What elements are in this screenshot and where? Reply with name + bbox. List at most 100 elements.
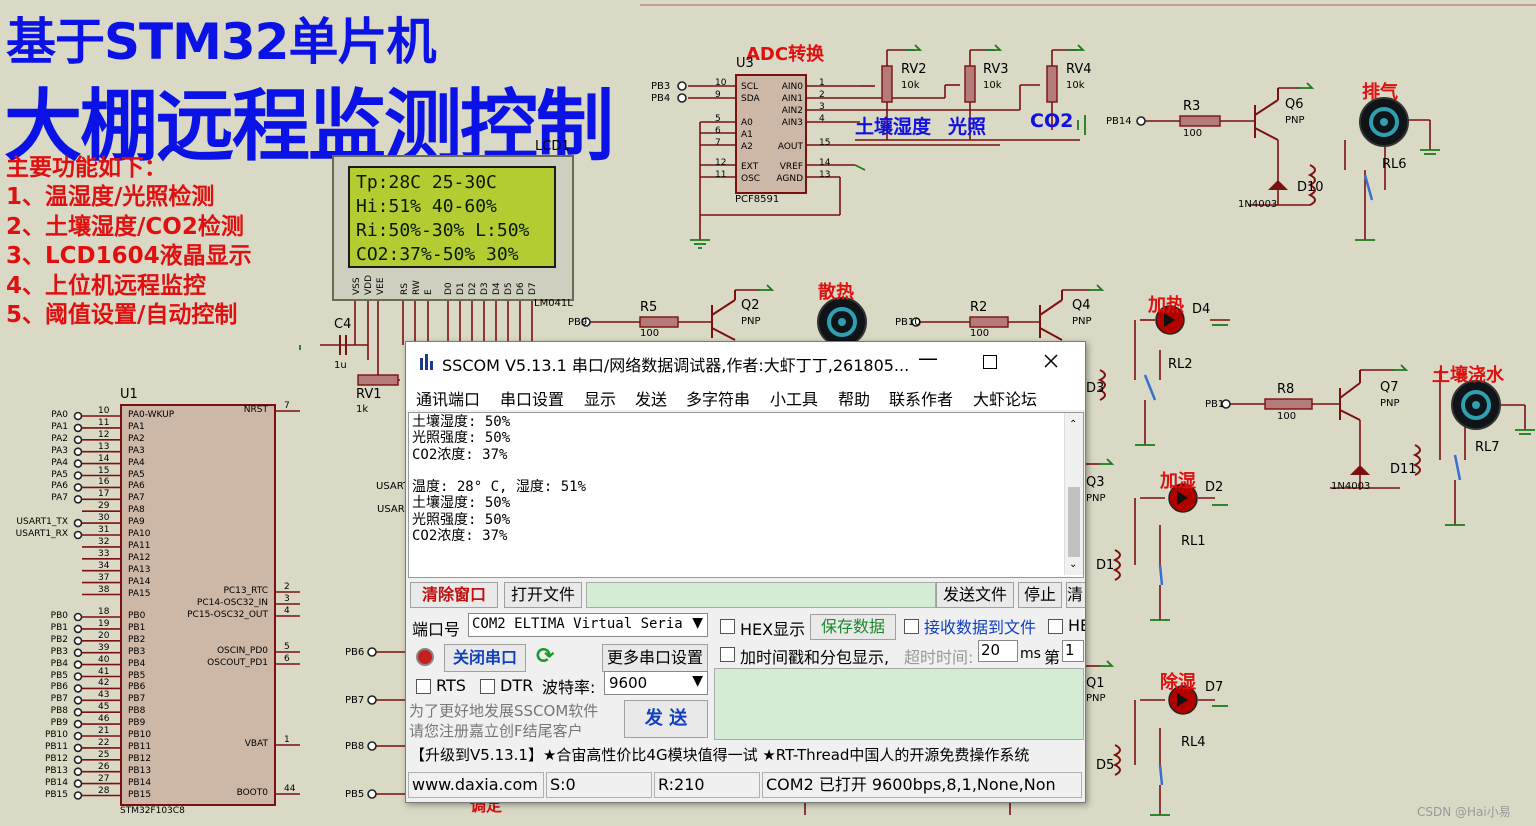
- mcu-port-label: PB8: [50, 706, 68, 717]
- menu-forum[interactable]: 大虾论坛: [973, 386, 1037, 410]
- dropdown-arrow-icon[interactable]: ▼: [692, 673, 703, 689]
- port-label: PB3: [651, 81, 671, 92]
- close-port-button[interactable]: 关闭串口: [444, 644, 526, 672]
- mcu-pin-label: PB6: [128, 682, 146, 693]
- diode-ref: D5: [1096, 758, 1115, 773]
- mcu-pin-label: PA1: [128, 421, 145, 432]
- dropdown-arrow-icon[interactable]: ▼: [692, 615, 703, 631]
- adc-pin-label: EXT: [741, 162, 759, 172]
- port-terminal: [73, 660, 83, 669]
- lcd-pin-label: RW: [412, 280, 422, 295]
- send-button[interactable]: 发 送: [624, 700, 708, 738]
- vertical-scrollbar[interactable]: ⌃ ⌄: [1064, 413, 1083, 575]
- menu-help[interactable]: 帮助: [838, 386, 870, 410]
- mcu-pin-number: 45: [98, 702, 110, 713]
- file-path-input[interactable]: [586, 582, 936, 608]
- more-serial-settings-button[interactable]: 更多串口设置: [602, 644, 708, 672]
- resistor-ref: R3: [1183, 99, 1201, 114]
- save-data-button[interactable]: 保存数据: [810, 614, 896, 640]
- port-terminal: [73, 755, 83, 765]
- mcu-pin-number: 22: [98, 737, 110, 748]
- port-terminal: [73, 435, 83, 445]
- transistor-type: PNP: [1086, 493, 1106, 504]
- promo-line[interactable]: 请您注册嘉立创F结尾客户: [409, 720, 583, 741]
- menu-tools[interactable]: 小工具: [770, 386, 818, 410]
- mcu-part: STM32F103C8: [120, 806, 185, 816]
- port-terminal: [73, 423, 83, 433]
- hex-send-label: HE: [1068, 616, 1085, 635]
- mcu-pin-number: 5: [284, 642, 290, 652]
- mcu-pin-label: PA0-WKUP: [128, 410, 175, 420]
- adc-pin-label: AIN2: [781, 106, 803, 116]
- mcu-pin-number: 34: [98, 560, 110, 571]
- cooling-label: 散热: [818, 282, 854, 303]
- adc-pin-label: AIN3: [781, 118, 803, 128]
- mcu-port-label: PB11: [44, 741, 68, 752]
- clear-window-button[interactable]: 清除窗口: [410, 582, 498, 608]
- mcu-port-label: PB1: [50, 622, 68, 633]
- menu-serial-settings[interactable]: 串口设置: [500, 386, 564, 410]
- recv-to-file-checkbox[interactable]: [904, 619, 919, 634]
- port-select[interactable]: COM2 ELTIMA Virtual Serial ▼: [468, 613, 708, 637]
- refresh-icon[interactable]: ⟳: [536, 644, 554, 669]
- mcu-pin-number: 43: [98, 690, 110, 701]
- hex-display-checkbox[interactable]: [720, 619, 735, 634]
- hex-send-checkbox[interactable]: [1048, 619, 1063, 634]
- timestamp-checkbox[interactable]: [720, 647, 735, 662]
- adc-pin-number: 10: [715, 78, 727, 88]
- port-terminal: [73, 684, 83, 693]
- transistor-ref: Q3: [1086, 475, 1105, 490]
- port-terminal: [73, 767, 83, 777]
- scroll-up-icon[interactable]: ⌃: [1069, 419, 1077, 430]
- send-file-button[interactable]: 发送文件: [936, 582, 1014, 608]
- clear-send-button[interactable]: 清: [1066, 582, 1085, 608]
- mcu-pin-number: 11: [98, 417, 110, 428]
- status-received: R:210: [654, 772, 760, 798]
- mcu-pin-number: 1: [284, 735, 290, 745]
- dtr-checkbox[interactable]: [480, 679, 495, 694]
- port-terminal: [73, 791, 83, 800]
- scroll-down-icon[interactable]: ⌄: [1069, 559, 1077, 570]
- recv-to-file-label[interactable]: 接收数据到文件: [924, 614, 1036, 638]
- adc-pin-number: 13: [819, 170, 831, 180]
- feature-item: 5、阈值设置/自动控制: [6, 302, 238, 328]
- status-sent: S:0: [546, 772, 652, 798]
- news-ticker[interactable]: 【升级到V5.13.1】★合宙高性价比4G模块值得一试 ★RT-Thread中国…: [410, 744, 1029, 765]
- status-connection: COM2 已打开 9600bps,8,1,None,Non: [762, 772, 1082, 798]
- mcu-pin-number: 31: [98, 525, 110, 535]
- port-terminal: [73, 707, 83, 717]
- menu-display[interactable]: 显示: [584, 386, 616, 410]
- menu-comm-port[interactable]: 通讯端口: [416, 386, 480, 410]
- timeout-input[interactable]: 20: [978, 640, 1018, 662]
- mcu-pin-number: 18: [98, 607, 110, 617]
- open-file-button[interactable]: 打开文件: [504, 582, 582, 608]
- stop-button[interactable]: 停止: [1018, 582, 1062, 608]
- receive-area[interactable]: 土壤湿度: 50% 光照强度: 50% CO2浓度: 37% 温度: 28° C…: [408, 412, 1084, 578]
- send-input[interactable]: [714, 668, 1084, 740]
- minimize-button[interactable]: —: [918, 346, 938, 370]
- mcu-port-label: PA1: [51, 421, 68, 432]
- close-button[interactable]: [1044, 354, 1058, 368]
- diode-ref: D1: [1096, 558, 1115, 573]
- rts-checkbox[interactable]: [416, 679, 431, 694]
- mcu-pin-label: PB8: [128, 706, 146, 717]
- cap-ref: C4: [334, 317, 352, 332]
- menu-send[interactable]: 发送: [635, 386, 667, 410]
- menu-multi-string[interactable]: 多字符串: [686, 386, 750, 410]
- status-website[interactable]: www.daxia.com: [408, 772, 544, 798]
- mcu-pin-label: PA11: [128, 540, 151, 551]
- mcu-port-label: PB13: [44, 765, 68, 776]
- menu-contact-author[interactable]: 联系作者: [889, 386, 953, 410]
- mcu-port-label: PA3: [51, 445, 68, 456]
- nth-input[interactable]: 1: [1062, 640, 1084, 662]
- maximize-button[interactable]: [983, 355, 997, 369]
- watermark: CSDN @Hai小易: [1417, 805, 1511, 819]
- scrollbar-thumb[interactable]: [1068, 487, 1080, 557]
- baud-rate-select[interactable]: 9600 ▼: [604, 671, 708, 695]
- mcu-port-label: PA4: [51, 457, 68, 468]
- exhaust-label: 排气: [1362, 82, 1398, 103]
- lcd-pin-label: D3: [480, 282, 490, 295]
- promo-line[interactable]: 为了更好地发展SSCOM软件: [409, 700, 598, 721]
- mcu-port-label: PB6: [50, 682, 68, 693]
- adc-pin-label: A1: [741, 130, 753, 140]
